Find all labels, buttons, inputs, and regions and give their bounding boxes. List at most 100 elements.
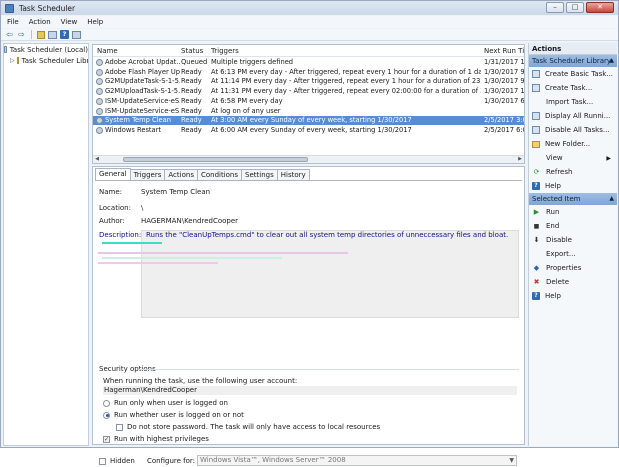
action-run[interactable]: ▶ Run (529, 205, 617, 219)
action-delete[interactable]: ✖ Delete (529, 275, 617, 289)
action-disable[interactable]: ⬇ Disable (529, 233, 617, 247)
task-icon (96, 97, 103, 105)
action-end[interactable]: ■ End (529, 219, 617, 233)
cell-name: Windows Restart (105, 125, 162, 134)
radio-indicator[interactable] (103, 399, 110, 407)
tree-item-library[interactable]: ▷ Task Scheduler Libra (4, 55, 88, 66)
checkbox-highest-privileges[interactable]: ✓ Run with highest privileges (103, 435, 209, 443)
forward-arrow-icon[interactable]: ⇨ (17, 30, 26, 39)
action-new-folder[interactable]: New Folder... (529, 137, 617, 151)
group-line (139, 369, 519, 370)
action-disable-all-tasks[interactable]: Disable All Tasks... (529, 123, 617, 137)
menu-action[interactable]: Action (29, 18, 51, 26)
action-create-basic-task[interactable]: Create Basic Task... (529, 67, 617, 81)
tab-triggers[interactable]: Triggers (129, 169, 166, 180)
menu-view[interactable]: View (61, 18, 78, 26)
library-section-header[interactable]: Task Scheduler Library ▲ (529, 55, 617, 67)
action-properties[interactable]: ◆ Properties (529, 261, 617, 275)
table-row[interactable]: Adobe Acrobat Updat... Queued Multiple tri… (93, 58, 524, 67)
table-row[interactable]: ISM-UpdateService-eS... Ready At 6:58 PM e… (93, 97, 524, 106)
action-create-task[interactable]: Create Task... (529, 81, 617, 95)
column-triggers[interactable]: Triggers (211, 47, 239, 55)
minimize-button[interactable]: – (546, 2, 564, 13)
properties-icon: ◆ (533, 263, 540, 272)
collapse-arrow-icon[interactable]: ▲ (609, 193, 614, 205)
delete-icon: ✖ (533, 277, 540, 286)
action-label: New Folder... (545, 140, 591, 148)
properties-grid-icon[interactable] (48, 30, 57, 39)
help-icon[interactable]: ? (60, 30, 69, 39)
render-artifact (98, 252, 348, 254)
table-row[interactable]: ISM-UpdateService-eS... Ready At log on of… (93, 107, 524, 116)
close-button[interactable]: ✕ (586, 2, 614, 13)
menu-help[interactable]: Help (87, 18, 103, 26)
radio-whether-logged-on[interactable]: Run whether user is logged on or not (103, 411, 244, 419)
menu-file[interactable]: File (7, 18, 19, 26)
configure-for-select[interactable]: Windows Vista™, Windows Server™ 2008 ▼ (197, 455, 517, 466)
scroll-left-icon[interactable]: ◀ (93, 156, 101, 163)
task-icon (96, 68, 103, 76)
tab-settings[interactable]: Settings (241, 169, 278, 180)
cell-name: Adobe Flash Player Up... (105, 67, 180, 76)
column-status[interactable]: Status (181, 47, 203, 55)
show-hide-tree-icon[interactable] (37, 30, 45, 39)
tree-item-label: Task Scheduler (Local) (9, 45, 88, 54)
table-row[interactable]: G2MUpdateTask-S-1-5... Ready At 11:14 PM e… (93, 77, 524, 86)
show-hide-action-pane-icon[interactable] (72, 30, 81, 39)
table-row[interactable]: Adobe Flash Player Up... Ready At 6:13 PM … (93, 68, 524, 77)
render-artifact (98, 262, 218, 264)
checkbox-do-not-store-password[interactable]: Do not store password. The task will onl… (116, 423, 380, 431)
checkbox-indicator[interactable] (116, 423, 123, 431)
action-label: Refresh (546, 168, 573, 176)
tab-conditions[interactable]: Conditions (196, 169, 243, 180)
tab-actions[interactable]: Actions (164, 169, 198, 180)
disable-all-icon (532, 126, 540, 134)
action-export[interactable]: Export... (529, 247, 617, 261)
navigation-tree: Task Scheduler (Local) ▷ Task Scheduler … (3, 43, 89, 446)
user-account-label: When running the task, use the following… (103, 377, 298, 385)
tree-item-local[interactable]: Task Scheduler (Local) (4, 44, 88, 55)
back-arrow-icon[interactable]: ⇦ (5, 30, 14, 39)
cell-next: 1/31/2017 1 (484, 58, 525, 66)
name-value[interactable]: System Temp Clean (141, 188, 210, 196)
action-label: Disable All Tasks... (545, 126, 610, 134)
checkbox-indicator[interactable] (99, 457, 106, 465)
refresh-icon: ⟳ (533, 167, 540, 176)
action-help[interactable]: ? Help (529, 179, 617, 193)
description-field[interactable]: Runs the "CleanUpTemps.cmd" to clear out… (98, 230, 519, 318)
maximize-button[interactable]: □ (566, 2, 584, 13)
scroll-thumb[interactable] (123, 157, 308, 162)
checkbox-indicator[interactable]: ✓ (103, 435, 110, 443)
radio-logged-on[interactable]: Run only when user is logged on (103, 399, 228, 407)
scroll-right-icon[interactable]: ▶ (516, 156, 524, 163)
action-display-all-runni[interactable]: Display All Runni... (529, 109, 617, 123)
cell-next: 1/30/2017 1 (484, 87, 525, 96)
selected-item-section-header[interactable]: Selected Item ▲ (529, 193, 617, 205)
chevron-down-icon[interactable]: ▼ (509, 456, 514, 465)
column-name[interactable]: Name (97, 47, 118, 55)
table-row[interactable]: Windows Restart Ready At 6:00 AM every Sun… (93, 126, 524, 135)
tab-history[interactable]: History (276, 169, 310, 180)
action-view[interactable]: View ▶ (529, 151, 617, 165)
action-help[interactable]: ? Help (529, 289, 617, 303)
checkbox-hidden[interactable]: Hidden (99, 457, 135, 465)
table-row[interactable]: System Temp Clean Ready At 3:00 AM every S… (93, 116, 524, 126)
radio-indicator[interactable] (103, 411, 110, 419)
action-refresh[interactable]: ⟳ Refresh (529, 165, 617, 179)
table-row[interactable]: G2MUploadTask-S-1-5... Ready At 11:31 PM e… (93, 87, 524, 96)
action-label: End (546, 222, 560, 230)
folder-icon (532, 140, 540, 148)
expand-arrow-icon[interactable]: ▷ (10, 57, 15, 64)
user-account-field[interactable]: Hagerman\KendredCooper (103, 386, 517, 395)
action-label: Delete (546, 278, 569, 286)
cell-name: ISM-UpdateService-eS... (105, 106, 180, 115)
tab-general[interactable]: General (95, 168, 131, 180)
action-label: Display All Runni... (545, 112, 611, 120)
horizontal-scrollbar[interactable]: ◀ ▶ (93, 155, 524, 163)
collapse-arrow-icon[interactable]: ▲ (609, 55, 614, 67)
task-scheduler-app-icon (5, 3, 14, 13)
action-import-task[interactable]: Import Task... (529, 95, 617, 109)
column-next-run[interactable]: Next Run Tim (484, 47, 524, 55)
menu-bar: File Action View Help (1, 16, 618, 28)
task-icon (96, 117, 103, 125)
